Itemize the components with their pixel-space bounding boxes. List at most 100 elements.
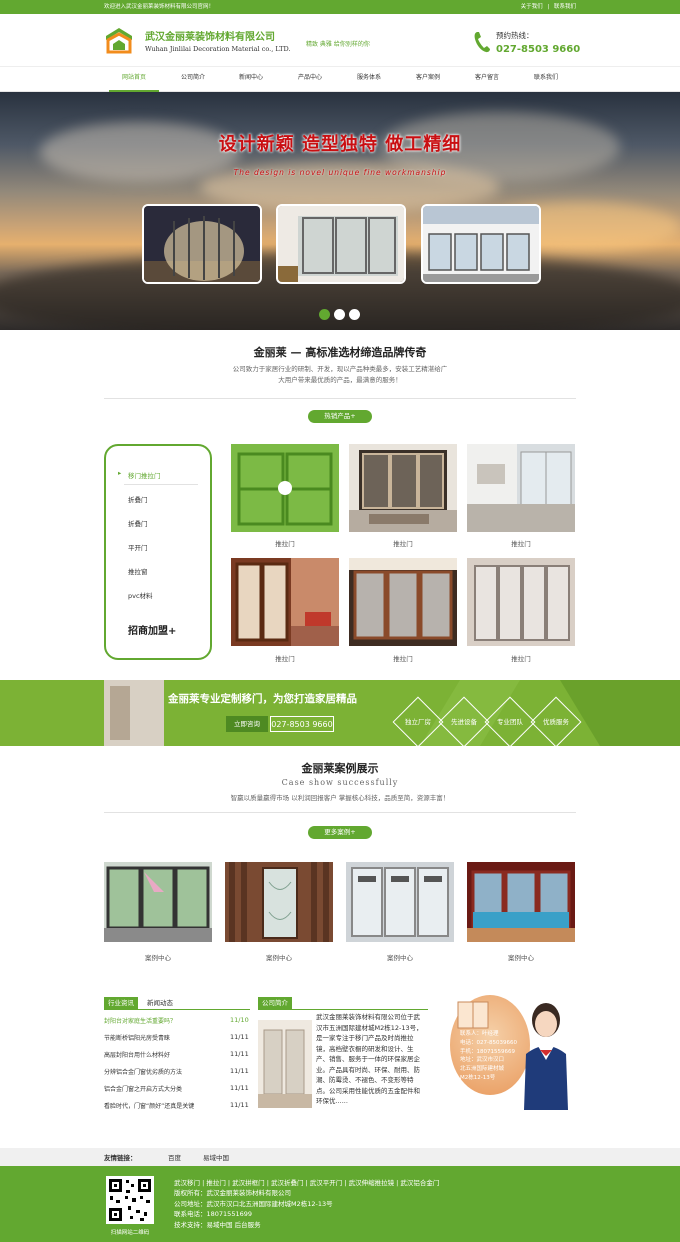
nav-news[interactable]: 新闻中心 <box>226 67 276 92</box>
nav-about[interactable]: 公司简介 <box>168 67 218 92</box>
company-name-en: Wuhan Jinlilai Decoration Material co., … <box>145 45 291 53</box>
phone-icon <box>474 32 490 53</box>
news-tab-underline <box>104 1009 250 1010</box>
sidebar-item-folding-door-2[interactable]: 折叠门 <box>128 518 148 528</box>
promo-phone: 027-8503 9660 <box>270 716 334 732</box>
product-caption[interactable]: 推拉门 <box>467 653 575 663</box>
nav-cases[interactable]: 客户案例 <box>403 67 453 92</box>
divider <box>104 812 576 813</box>
product-image[interactable] <box>467 558 575 646</box>
case-image[interactable] <box>346 862 454 942</box>
nav-service[interactable]: 服务体系 <box>344 67 394 92</box>
product-caption[interactable]: 推拉门 <box>231 538 339 548</box>
slide-dot-1[interactable] <box>319 309 330 320</box>
more-cases-button[interactable]: 更多案例+ <box>308 826 372 839</box>
tab-industry-news[interactable]: 行业资讯 <box>104 997 138 1009</box>
news-item[interactable]: 铝合金门窗之开启方式大分类 <box>104 1084 250 1093</box>
friend-links-label: 友情链接： <box>104 1154 137 1162</box>
hotline-label: 预约热线： <box>496 31 534 40</box>
about-image <box>258 1020 312 1108</box>
top-links: 关于我们 | 联系我们 <box>521 0 576 14</box>
banner-subtitle: The design is novel unique fine workmans… <box>233 168 447 177</box>
news-item[interactable]: 分辨铝合金门窗优劣质的方法 <box>104 1067 250 1076</box>
case-caption[interactable]: 案例中心 <box>467 952 575 962</box>
news-item[interactable]: 看脸时代，门窗“颜好”还真是关键 <box>104 1101 250 1110</box>
product-caption[interactable]: 推拉门 <box>349 538 457 548</box>
top-link-separator: | <box>547 4 550 10</box>
footer-phone: 联系电话：18071551699 <box>174 1210 252 1219</box>
case-caption[interactable]: 案例中心 <box>225 952 333 962</box>
tab-company-news[interactable]: 新闻动态 <box>143 997 177 1009</box>
tab-about[interactable]: 公司简介 <box>258 997 292 1009</box>
qr-code-icon <box>106 1176 154 1224</box>
nav-products[interactable]: 产品中心 <box>285 67 335 92</box>
customer-service-avatar <box>524 1003 568 1110</box>
sidebar-item-folding-door-1[interactable]: 折叠门 <box>128 494 148 504</box>
company-logo-icon[interactable] <box>104 26 134 56</box>
case-caption[interactable]: 案例中心 <box>104 952 212 962</box>
footer-address: 公司地址：武汉市汉口北五洲国际建材城M2栋12-13号 <box>174 1199 333 1208</box>
case-caption[interactable]: 案例中心 <box>346 952 454 962</box>
friend-link[interactable]: 易域中国 <box>203 1152 229 1162</box>
news-date: 11/11 <box>230 1050 249 1058</box>
brand-title: 金丽莱 — 高标准选材缔造品牌传奇 <box>253 346 427 359</box>
product-caption[interactable]: 推拉门 <box>349 653 457 663</box>
banner-image-glass-doors <box>276 204 406 284</box>
case-image[interactable] <box>104 862 212 942</box>
sidebar-item-sliding-mirror[interactable]: 推拉窗 <box>128 566 148 576</box>
brand-description: 公司致力于家居行业的研制、开发，现以产品种类最多，安装工艺精湛给广大用户带来最优… <box>232 365 448 384</box>
news-item[interactable]: 高层封阳台用什么材料好 <box>104 1050 250 1059</box>
sidebar-item-pvc[interactable]: pvc材料 <box>128 590 153 600</box>
friend-links-bar: 友情链接： 百度 易域中国 <box>0 1148 680 1166</box>
nav-home[interactable]: 网站首页 <box>109 67 159 92</box>
product-category-sidebar: ▸ 移门推拉门 折叠门 折叠门 平开门 推拉窗 pvc材料 招商加盟+ <box>104 444 212 660</box>
banner-title: 设计新颖 造型独特 做工精细 <box>218 134 462 155</box>
qr-caption: 扫描网站二维码 <box>110 1230 150 1236</box>
news-date: 11/11 <box>230 1101 249 1109</box>
product-image[interactable] <box>349 558 457 646</box>
sidebar-divider <box>124 484 198 485</box>
product-image[interactable] <box>231 558 339 646</box>
friend-link[interactable]: 百度 <box>168 1152 181 1162</box>
product-image[interactable] <box>231 444 339 532</box>
arrow-right-icon: ▸ <box>118 469 122 477</box>
hotline-number: 027-8503 9660 <box>496 44 581 55</box>
footer-rights: 版权所有：武汉金丽莱装饰材料有限公司 <box>174 1189 291 1198</box>
franchise-cta[interactable]: 招商加盟+ <box>128 622 176 637</box>
news-date: 11/11 <box>230 1067 249 1075</box>
promo-strip <box>0 680 680 746</box>
product-caption[interactable]: 推拉门 <box>467 538 575 548</box>
hot-products-button[interactable]: 热销产品+ <box>308 410 372 423</box>
about-us-link[interactable]: 关于我们 <box>521 4 543 10</box>
footer-nav[interactable]: 武汉移门 | 推拉门 | 武汉拼框门 | 武汉折叠门 | 武汉平开门 | 武汉伸… <box>174 1178 439 1188</box>
nav-messages[interactable]: 客户留言 <box>462 67 512 92</box>
about-tab-underline <box>258 1009 428 1010</box>
news-date: 11/10 <box>230 1016 249 1024</box>
product-image[interactable] <box>467 444 575 532</box>
news-item[interactable]: 封阳台对家庭生活重要吗？ <box>104 1016 250 1025</box>
slide-dot-3[interactable] <box>349 309 360 320</box>
case-image[interactable] <box>467 862 575 942</box>
consult-now-button[interactable]: 立即咨询 <box>226 716 268 732</box>
slide-dot-2[interactable] <box>334 309 345 320</box>
contact-us-link[interactable]: 联系我们 <box>554 4 576 10</box>
cases-description: 智赢以质量赢得市场 以利润回报客户 掌握核心科技，品质至简，资源丰富！ <box>230 794 450 802</box>
banner-image-revolving-door <box>142 204 262 284</box>
nav-contact[interactable]: 联系我们 <box>521 67 571 92</box>
sidebar-heading[interactable]: ▸ 移门推拉门 <box>118 469 161 480</box>
window-icon <box>457 1001 489 1029</box>
main-nav: 网站首页 公司简介 新闻中心 产品中心 服务体系 客户案例 客户留言 联系我们 <box>0 66 680 92</box>
cases-title-en: Case show successfully <box>281 778 399 787</box>
contact-info: 联系人：叶经理 电话：027-85039660 手机：18071559669 地… <box>460 1031 517 1081</box>
cases-title: 金丽莱案例展示 <box>301 762 379 775</box>
product-caption[interactable]: 推拉门 <box>231 653 339 663</box>
sidebar-item-swing-door[interactable]: 平开门 <box>128 542 148 552</box>
promo-title: 金丽莱专业定制移门，为您打造家居精品 <box>168 693 357 705</box>
product-image[interactable] <box>349 444 457 532</box>
top-bar: 欢迎进入武汉金丽莱装饰材料有限公司官网！ 关于我们 | 联系我们 <box>0 0 680 14</box>
case-image[interactable] <box>225 862 333 942</box>
news-item[interactable]: 节能断桥铝阳光房受青睐 <box>104 1033 250 1042</box>
about-text: 武汉金丽莱装饰材料有限公司位于武汉市五洲国际建材城M2栋12-13号，是一家专注… <box>316 1013 423 1105</box>
banner-image-storefront <box>421 204 541 284</box>
footer-support: 技术支持：易域中国 后台服务 <box>174 1220 261 1229</box>
